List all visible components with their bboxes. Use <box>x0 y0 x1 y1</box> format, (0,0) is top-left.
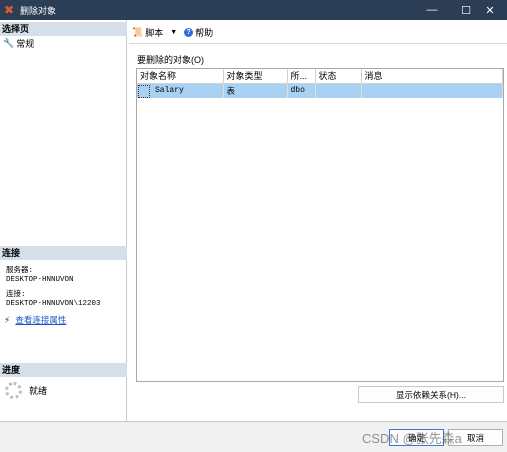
cell-status[interactable] <box>315 83 362 98</box>
objects-section-label: 要删除的对象(O) <box>137 55 204 65</box>
cell-message[interactable] <box>361 83 503 98</box>
title-bar: ✖ 删除对象 — ☐ ✕ <box>0 0 507 20</box>
ok-button[interactable]: 确定 <box>389 429 444 446</box>
server-value: DESKTOP-HNNUVON <box>6 276 74 284</box>
column-header-name[interactable]: 对象名称 <box>137 69 224 84</box>
row-focus-marker <box>138 84 150 98</box>
cell-name-text: Salary <box>155 86 184 96</box>
page-item-label: 常规 <box>16 39 35 49</box>
progress-spinner-icon <box>5 382 22 399</box>
table-row[interactable]: Salary 表 dbo <box>137 83 503 98</box>
view-connection-properties-link[interactable]: 查看连接属性 <box>15 314 66 326</box>
column-header-status[interactable]: 状态 <box>315 69 362 84</box>
delete-x-icon: ✖ <box>4 3 15 17</box>
help-icon: ? <box>184 27 194 37</box>
grid-header-row: 对象名称 对象类型 所... 状态 消息 <box>137 69 503 84</box>
progress-status: 就绪 <box>29 386 48 396</box>
window-title: 删除对象 <box>20 5 57 16</box>
cell-owner[interactable]: dbo <box>287 83 316 98</box>
left-pane: 选择页 🔧 常规 连接 服务器: DESKTOP-HNNUVON 连接: DES… <box>0 20 127 421</box>
connection-label: 连接: <box>6 291 26 299</box>
cell-name[interactable]: Salary <box>137 83 224 98</box>
column-header-type[interactable]: 对象类型 <box>223 69 288 84</box>
toolbar-divider <box>129 43 507 44</box>
column-header-message[interactable]: 消息 <box>361 69 503 84</box>
script-icon: 📜 <box>132 26 144 37</box>
script-button[interactable]: 脚本 <box>145 26 163 39</box>
objects-grid[interactable]: 对象名称 对象类型 所... 状态 消息 Salary 表 dbo <box>136 68 504 382</box>
select-page-header: 选择页 <box>0 22 127 36</box>
show-dependencies-button[interactable]: 显示依赖关系(H)... <box>358 386 504 403</box>
minimize-button[interactable]: — <box>415 0 449 20</box>
server-label: 服务器: <box>6 267 34 275</box>
close-button[interactable]: ✕ <box>473 0 507 20</box>
chevron-down-icon[interactable]: ▼ <box>170 29 177 36</box>
column-header-owner[interactable]: 所... <box>287 69 316 84</box>
progress-row: 就绪 <box>5 382 47 399</box>
plug-icon: ⚡ <box>4 314 11 325</box>
connection-header: 连接 <box>0 246 127 260</box>
help-button[interactable]: 帮助 <box>195 26 213 39</box>
toolbar: 📜 脚本 ▼ ? 帮助 <box>132 25 213 39</box>
page-item-general[interactable]: 🔧 常规 <box>3 37 34 50</box>
wrench-icon: 🔧 <box>3 38 15 48</box>
connection-value: DESKTOP-HNNUVON\12203 <box>6 300 101 308</box>
cancel-button[interactable]: 取消 <box>448 429 503 446</box>
cell-type[interactable]: 表 <box>223 83 288 98</box>
view-properties-row: ⚡ 查看连接属性 <box>4 314 66 326</box>
progress-header: 进度 <box>0 363 127 377</box>
